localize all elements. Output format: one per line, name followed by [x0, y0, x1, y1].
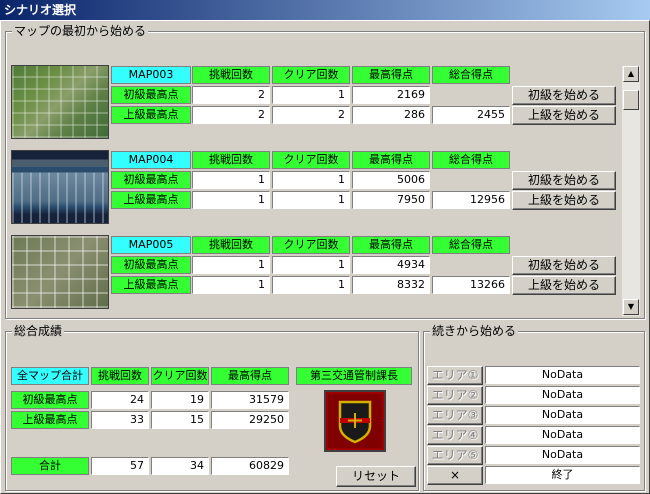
row-label-advanced: 上級最高点 — [11, 411, 89, 429]
area-2-status: NoData — [485, 386, 640, 404]
area-2-button[interactable]: エリア② — [427, 386, 483, 405]
start-advanced-button[interactable]: 上級を始める — [512, 106, 616, 125]
area-5-button[interactable]: エリア⑤ — [427, 446, 483, 465]
beginner-clears: 1 — [272, 256, 350, 274]
row-label-beginner: 初級最高点 — [111, 86, 191, 104]
header-attempts: 挑戦回数 — [192, 236, 270, 254]
advanced-attempts: 1 — [192, 276, 270, 294]
area-4-button[interactable]: エリア④ — [427, 426, 483, 445]
header-high-score: 最高得点 — [352, 66, 430, 84]
area-3-button[interactable]: エリア③ — [427, 406, 483, 425]
header-total-score: 総合得点 — [432, 236, 510, 254]
row-label-advanced: 上級最高点 — [111, 276, 191, 294]
row-label-beginner: 初級最高点 — [111, 171, 191, 189]
exit-field[interactable]: 終了 — [485, 466, 640, 484]
header-high-score: 最高得点 — [352, 151, 430, 169]
beginner-high-score: 2169 — [352, 86, 430, 104]
area-1-button[interactable]: エリア① — [427, 366, 483, 385]
overall-advanced-clears: 15 — [151, 411, 209, 429]
overall-total-clears: 34 — [151, 457, 209, 475]
area-5-status: NoData — [485, 446, 640, 464]
all-maps-total-label: 全マップ合計 — [11, 367, 89, 385]
total-score: 13266 — [432, 276, 510, 294]
overall-results-group: 総合成績 全マップ合計 挑戦回数 クリア回数 最高得点 第三交通管制課長 初級最… — [5, 324, 419, 491]
beginner-attempts: 1 — [192, 171, 270, 189]
continue-group: 続きから始める エリア① NoData エリア② NoData エリア③ NoD… — [423, 324, 645, 491]
total-score: 2455 — [432, 106, 510, 124]
row-label-total: 合計 — [11, 457, 89, 475]
area-3-status: NoData — [485, 406, 640, 424]
map-name: MAP003 — [111, 66, 191, 84]
total-score: 12956 — [432, 191, 510, 209]
start-beginner-button[interactable]: 初級を始める — [512, 256, 616, 275]
map-thumbnail-map003 — [11, 65, 109, 139]
advanced-attempts: 2 — [192, 106, 270, 124]
overall-beginner-attempts: 24 — [91, 391, 149, 409]
overall-advanced-high-score: 29250 — [211, 411, 289, 429]
row-label-advanced: 上級最高点 — [111, 191, 191, 209]
scroll-up-icon[interactable]: ▲ — [623, 66, 639, 82]
advanced-high-score: 7950 — [352, 191, 430, 209]
area-1-status: NoData — [485, 366, 640, 384]
window-title: シナリオ選択 — [0, 0, 650, 20]
overall-total-high-score: 60829 — [211, 457, 289, 475]
map-name: MAP005 — [111, 236, 191, 254]
advanced-clears: 2 — [272, 106, 350, 124]
beginner-clears: 1 — [272, 86, 350, 104]
advanced-high-score: 286 — [352, 106, 430, 124]
start-advanced-button[interactable]: 上級を始める — [512, 191, 616, 210]
reset-button[interactable]: リセット — [336, 466, 416, 487]
row-label-advanced: 上級最高点 — [111, 106, 191, 124]
header-clears: クリア回数 — [272, 66, 350, 84]
header-attempts: 挑戦回数 — [192, 66, 270, 84]
map-thumbnail-map005 — [11, 235, 109, 309]
start-beginner-button[interactable]: 初級を始める — [512, 86, 616, 105]
area-4-status: NoData — [485, 426, 640, 444]
advanced-clears: 1 — [272, 276, 350, 294]
beginner-clears: 1 — [272, 171, 350, 189]
header-high-score: 最高得点 — [352, 236, 430, 254]
beginner-high-score: 4934 — [352, 256, 430, 274]
overall-total-attempts: 57 — [91, 457, 149, 475]
beginner-high-score: 5006 — [352, 171, 430, 189]
row-label-beginner: 初級最高点 — [11, 391, 89, 409]
advanced-clears: 1 — [272, 191, 350, 209]
header-attempts: 挑戦回数 — [192, 151, 270, 169]
rank-title: 第三交通管制課長 — [296, 367, 412, 385]
header-clears: クリア回数 — [272, 151, 350, 169]
header-attempts: 挑戦回数 — [91, 367, 149, 385]
shield-emblem-icon — [338, 400, 372, 444]
advanced-attempts: 1 — [192, 191, 270, 209]
rank-badge-icon — [324, 390, 386, 452]
start-advanced-button[interactable]: 上級を始める — [512, 276, 616, 295]
group-title: 続きから始める — [430, 324, 519, 338]
beginner-attempts: 1 — [192, 256, 270, 274]
overall-beginner-high-score: 31579 — [211, 391, 289, 409]
header-clears: クリア回数 — [151, 367, 209, 385]
overall-beginner-clears: 19 — [151, 391, 209, 409]
row-label-beginner: 初級最高点 — [111, 256, 191, 274]
map-thumbnail-map004 — [11, 150, 109, 224]
scroll-down-icon[interactable]: ▼ — [623, 299, 639, 315]
header-clears: クリア回数 — [272, 236, 350, 254]
close-icon[interactable]: × — [427, 466, 483, 485]
header-total-score: 総合得点 — [432, 66, 510, 84]
header-high-score: 最高得点 — [211, 367, 289, 385]
start-beginner-button[interactable]: 初級を始める — [512, 171, 616, 190]
advanced-high-score: 8332 — [352, 276, 430, 294]
group-title: 総合成績 — [12, 324, 65, 338]
overall-advanced-attempts: 33 — [91, 411, 149, 429]
beginner-attempts: 2 — [192, 86, 270, 104]
map-name: MAP004 — [111, 151, 191, 169]
group-title: マップの最初から始める — [12, 24, 149, 38]
header-total-score: 総合得点 — [432, 151, 510, 169]
start-from-beginning-group: マップの最初から始める MAP003 挑戦回数 クリア回数 最高得点 総合得点 … — [5, 24, 645, 319]
scroll-thumb[interactable] — [623, 90, 639, 110]
scenario-select-window: マップの最初から始める MAP003 挑戦回数 クリア回数 最高得点 総合得点 … — [0, 20, 650, 494]
